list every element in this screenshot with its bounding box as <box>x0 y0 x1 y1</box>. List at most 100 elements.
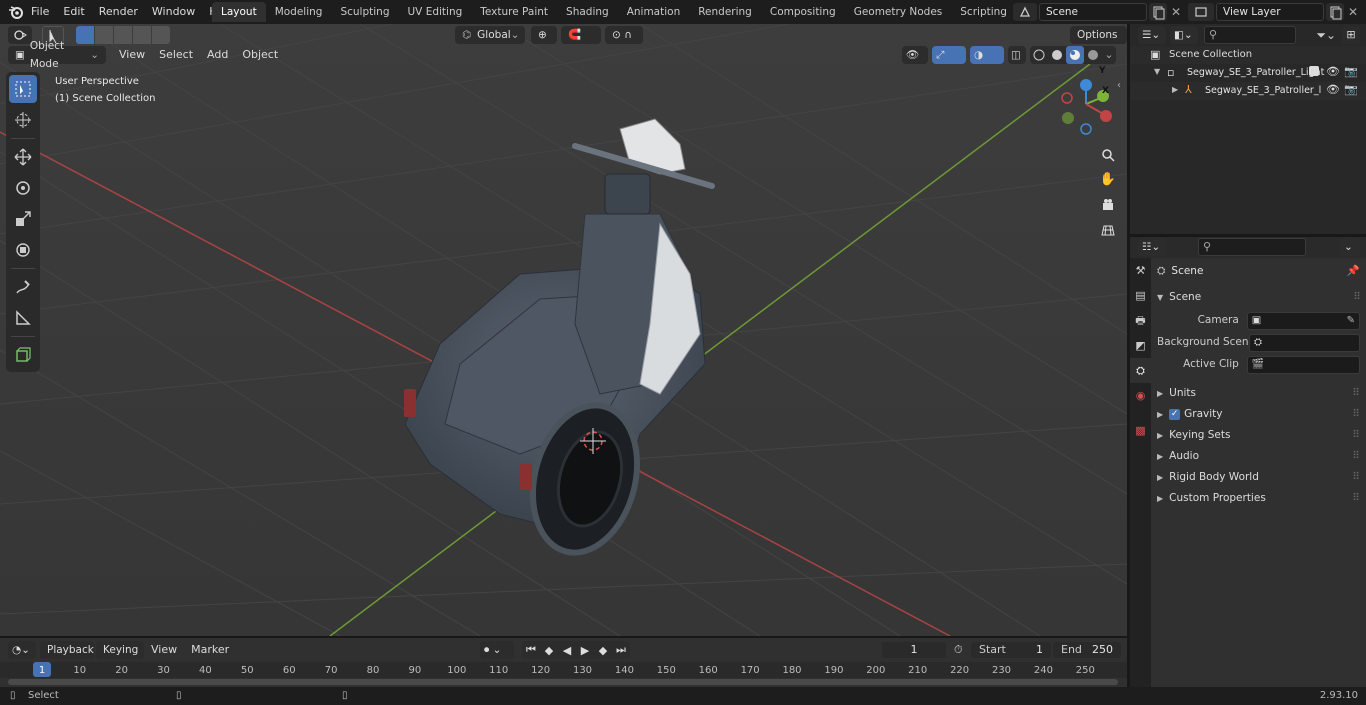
add-cube-tool-icon[interactable] <box>9 341 37 369</box>
rotate-tool-icon[interactable] <box>9 174 37 202</box>
editor-type-icon[interactable] <box>8 26 32 44</box>
visibility-icon[interactable]: 👁 <box>902 46 928 64</box>
shading-options-icon[interactable]: ⌄ <box>1102 46 1116 64</box>
editor-type-selector[interactable] <box>8 26 32 44</box>
tab-compositing[interactable]: Compositing <box>761 2 845 22</box>
scene-icon[interactable] <box>1013 3 1037 21</box>
properties-editor-type-icon[interactable]: ☷⌄ <box>1138 238 1166 256</box>
tab-texture-paint[interactable]: Texture Paint <box>471 2 557 22</box>
expand-collection-icon[interactable]: ▼ <box>1154 67 1160 76</box>
timeline-editor-type-icon[interactable]: ◔⌄ <box>8 641 36 659</box>
eyedropper-icon[interactable]: ✎ <box>1347 310 1355 331</box>
gizmo-z-icon[interactable] <box>1080 79 1092 91</box>
keying-sets-panel-header[interactable]: ▶ Keying Sets ⠿ <box>1157 425 1360 446</box>
tab-shading[interactable]: Shading <box>557 2 618 22</box>
custom-properties-drag-icon[interactable]: ⠿ <box>1352 488 1360 509</box>
start-frame-field[interactable]: Start 1 <box>971 642 1051 658</box>
outliner-search-input[interactable]: ⚲ <box>1204 26 1296 44</box>
camera-field[interactable]: ▣ ✎ <box>1246 310 1360 331</box>
collection-visibility-icon[interactable]: 👁 <box>1326 65 1340 78</box>
annotate-tool-icon[interactable] <box>9 273 37 301</box>
pivot-point-icon[interactable]: ⊕ <box>531 26 557 44</box>
pin-icon[interactable]: 📌 <box>1347 261 1360 282</box>
move-tool-icon[interactable] <box>9 143 37 171</box>
select-invert-icon[interactable] <box>133 26 151 44</box>
object-render-icon[interactable]: 📷 <box>1344 83 1358 96</box>
use-preview-range-icon[interactable]: ⏱ <box>954 643 963 657</box>
select-tool-icon[interactable] <box>9 75 37 103</box>
measure-tool-icon[interactable] <box>9 304 37 332</box>
menu-window[interactable]: Window <box>145 0 202 24</box>
transform-orientation-dropdown[interactable]: ⌬ Global ⌄ <box>455 26 525 44</box>
select-subtract-icon[interactable] <box>114 26 132 44</box>
active-clip-field[interactable]: 🎬 <box>1246 355 1360 374</box>
timeline-scrollbar[interactable] <box>8 679 1118 685</box>
scene-name-field[interactable]: Scene <box>1039 3 1147 21</box>
collection-render-icon[interactable]: 📷 <box>1344 65 1358 78</box>
units-drag-icon[interactable]: ⠿ <box>1352 383 1360 404</box>
gravity-checkbox[interactable]: ✓ <box>1169 409 1181 420</box>
tab-layout[interactable]: Layout <box>212 2 266 22</box>
new-view-layer-icon[interactable] <box>1326 3 1344 21</box>
sidebar-toggle-icon[interactable]: ‹ <box>1117 80 1121 91</box>
play-reverse-icon[interactable]: ◀ <box>558 644 576 657</box>
mode-dropdown[interactable]: ▣ Object Mode ⌄ <box>8 40 106 70</box>
delete-scene-icon[interactable]: ✕ <box>1167 3 1185 21</box>
menu-add[interactable]: Add <box>200 46 235 64</box>
view-layer-field[interactable]: View Layer <box>1216 3 1324 21</box>
transform-tool-icon[interactable] <box>9 236 37 264</box>
select-extend-icon[interactable] <box>95 26 113 44</box>
menu-render[interactable]: Render <box>92 0 145 24</box>
tab-texture-icon[interactable]: ▩ <box>1130 418 1151 443</box>
menu-file[interactable]: File <box>24 0 56 24</box>
tab-world-icon[interactable]: ◉ <box>1130 383 1151 408</box>
rigid-body-panel-header[interactable]: ▶ Rigid Body World ⠿ <box>1157 467 1360 488</box>
properties-search-input[interactable]: ⚲ <box>1198 238 1306 256</box>
options-dropdown[interactable]: Options ⌄ <box>1070 26 1127 59</box>
rigid-body-drag-icon[interactable]: ⠿ <box>1352 467 1360 488</box>
custom-properties-panel-header[interactable]: ▶ Custom Properties ⠿ <box>1157 488 1360 509</box>
tab-output-icon[interactable]: 🖶 <box>1130 308 1151 333</box>
material-shading-icon[interactable] <box>1066 46 1084 64</box>
tab-animation[interactable]: Animation <box>618 2 690 22</box>
menu-view[interactable]: View <box>112 46 152 64</box>
tab-view-layer-icon[interactable]: ◩ <box>1130 333 1151 358</box>
auto-keying-icon[interactable]: ⏺ ⌄ <box>480 641 514 659</box>
menu-object[interactable]: Object <box>235 46 285 64</box>
scene-panel-drag-icon[interactable]: ⠿ <box>1353 287 1361 308</box>
scale-tool-icon[interactable] <box>9 205 37 233</box>
frame-ruler[interactable]: 1 10 20 30 40 50 60 70 80 90 100 110 120 130 140 150 160… <box>0 662 1127 678</box>
tab-modeling[interactable]: Modeling <box>266 2 332 22</box>
outliner-row-object[interactable]: ▶ ⅄ Segway_SE_3_Patroller_l 👁 📷 <box>1130 82 1366 100</box>
outliner-row-scene-collection[interactable]: ▣ Scene Collection <box>1130 46 1366 64</box>
tab-sculpting[interactable]: Sculpting <box>331 2 398 22</box>
3d-viewport[interactable]: Z Y X ⌬Global⌄ ⊕ 🧲 ⊙ ∩ Options ⌄ ▣Object… <box>0 24 1127 636</box>
collection-include-checkbox[interactable] <box>1309 66 1319 76</box>
gravity-panel-header[interactable]: ▶ ✓ Gravity ⠿ <box>1157 404 1360 425</box>
snap-icon[interactable]: 🧲 <box>561 26 601 44</box>
gravity-drag-icon[interactable]: ⠿ <box>1352 404 1360 425</box>
timeline-marker-menu[interactable]: Marker <box>184 641 236 659</box>
jump-end-icon[interactable]: ⏭ <box>612 643 630 657</box>
solid-shading-icon[interactable] <box>1048 46 1066 64</box>
view-layer-icon[interactable] <box>1188 3 1214 21</box>
xray-toggle-icon[interactable]: ◫ <box>1008 46 1026 64</box>
audio-drag-icon[interactable]: ⠿ <box>1352 446 1360 467</box>
tab-rendering[interactable]: Rendering <box>689 2 761 22</box>
expand-object-icon[interactable]: ▶ <box>1172 85 1178 94</box>
new-scene-icon[interactable] <box>1149 3 1167 21</box>
jump-start-icon[interactable]: ⏮ <box>522 643 540 657</box>
display-mode-icon[interactable]: ◧⌄ <box>1170 26 1198 44</box>
menu-edit[interactable]: Edit <box>56 0 91 24</box>
playback-dropdown[interactable]: Playback ⌄ <box>40 641 94 674</box>
gizmo-x-icon[interactable] <box>1100 110 1112 122</box>
perspective-toggle-icon[interactable] <box>1097 217 1119 242</box>
delete-view-layer-icon[interactable]: ✕ <box>1344 3 1362 21</box>
outliner-row-collection[interactable]: ▼ ▫ Segway_SE_3_Patroller_Light 👁 📷 <box>1130 64 1366 82</box>
tab-scripting[interactable]: Scripting <box>951 2 1016 22</box>
camera-view-icon[interactable] <box>1097 192 1119 217</box>
select-intersect-icon[interactable] <box>152 26 170 44</box>
menu-select[interactable]: Select <box>152 46 200 64</box>
object-visibility-icon[interactable]: 👁 <box>1326 83 1340 96</box>
tab-tool-icon[interactable]: ⚒ <box>1130 258 1151 283</box>
